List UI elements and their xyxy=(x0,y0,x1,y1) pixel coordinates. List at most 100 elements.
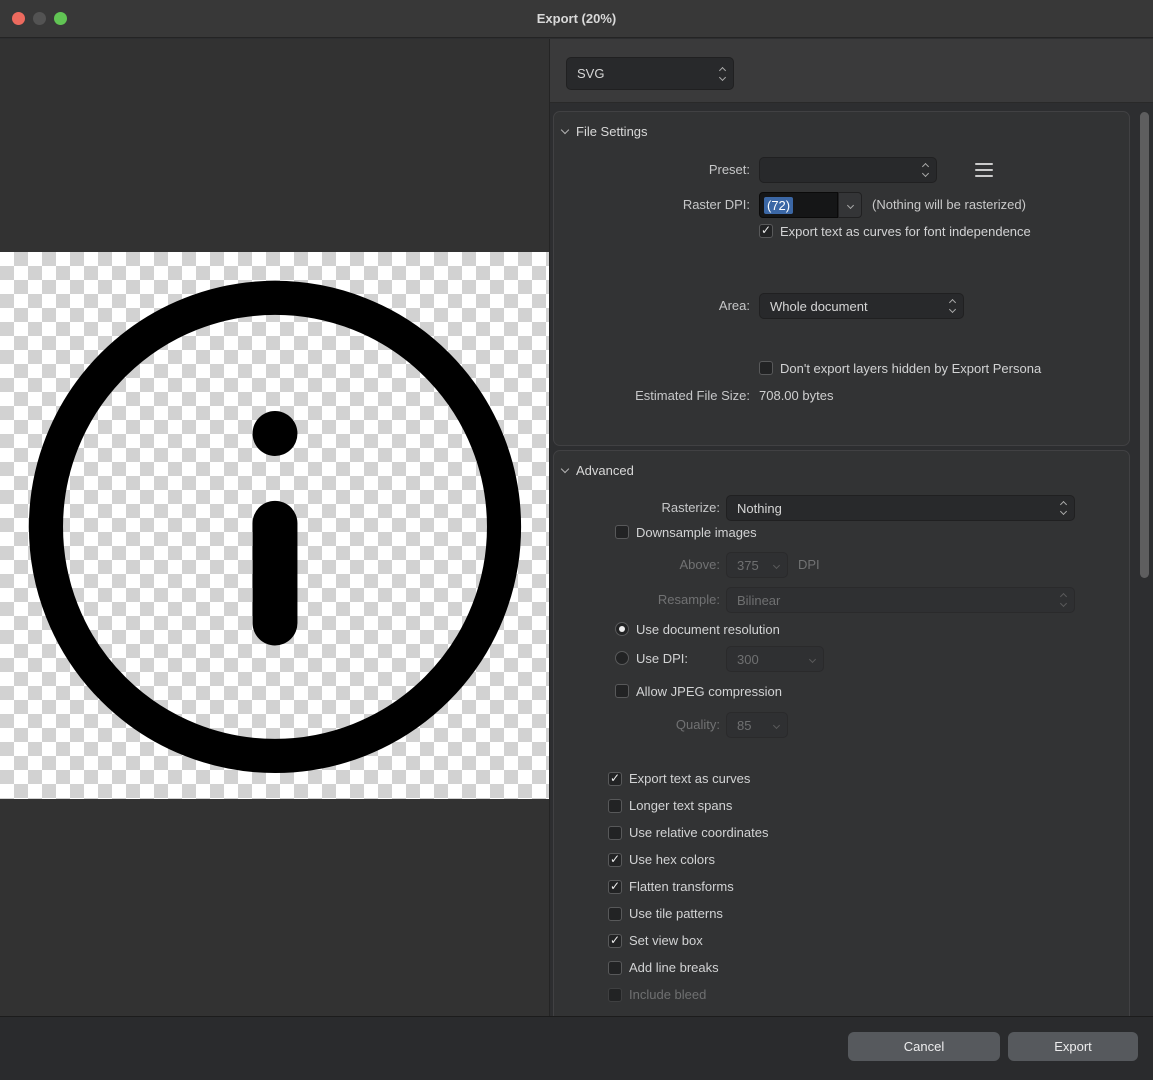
raster-dpi-label: Raster DPI: xyxy=(554,192,750,218)
option-use-hex-colors[interactable]: Use hex colors xyxy=(608,846,768,873)
resample-dropdown[interactable]: Bilinear xyxy=(726,587,1075,613)
area-dropdown[interactable]: Whole document xyxy=(759,293,964,319)
dialog-footer: Cancel Export xyxy=(0,1016,1153,1080)
option-add-line-breaks[interactable]: Add line breaks xyxy=(608,954,768,981)
format-dropdown-value: SVG xyxy=(567,66,720,81)
advanced-header[interactable]: Advanced xyxy=(562,463,634,478)
radio-button[interactable] xyxy=(615,622,629,636)
file-settings-header[interactable]: File Settings xyxy=(562,124,648,139)
chevron-updown-icon xyxy=(1061,594,1066,606)
radio-button[interactable] xyxy=(615,651,629,665)
preset-label: Preset: xyxy=(554,157,750,183)
checkbox[interactable] xyxy=(608,880,622,894)
section-title: Advanced xyxy=(576,463,634,478)
chevron-down-icon xyxy=(774,723,779,728)
export-button[interactable]: Export xyxy=(1008,1032,1138,1061)
resample-dropdown-value: Bilinear xyxy=(727,593,1061,608)
use-document-resolution-radio-row[interactable]: Use document resolution xyxy=(615,618,780,640)
transparency-checkerboard xyxy=(0,252,549,799)
preset-dropdown[interactable] xyxy=(759,157,937,183)
checkbox[interactable] xyxy=(608,961,622,975)
export-text-curves-checkbox-row[interactable]: Export text as curves for font independe… xyxy=(759,220,1031,242)
option-include-bleed[interactable]: Include bleed xyxy=(608,981,768,1008)
export-dialog: Export (20%) SVG File Settings xyxy=(0,0,1153,1080)
radio-label: Use document resolution xyxy=(636,622,780,637)
option-flatten-transforms[interactable]: Flatten transforms xyxy=(608,873,768,900)
checkbox-label: Don't export layers hidden by Export Per… xyxy=(780,361,1041,376)
checkbox-label: Use tile patterns xyxy=(629,906,723,921)
checkbox-label: Allow JPEG compression xyxy=(636,684,782,699)
rasterize-label: Rasterize: xyxy=(554,495,720,521)
checkbox-label: Use relative coordinates xyxy=(629,825,768,840)
chevron-updown-icon xyxy=(950,300,955,312)
export-settings-panel: SVG File Settings Preset: Raster DPI: (7… xyxy=(549,39,1153,1016)
checkbox[interactable] xyxy=(608,988,622,1002)
checkbox[interactable] xyxy=(608,799,622,813)
above-dpi-dropdown[interactable]: 375 xyxy=(726,552,788,578)
chevron-down-icon xyxy=(846,201,853,208)
format-band: SVG xyxy=(550,39,1153,103)
jpeg-compression-checkbox-row[interactable]: Allow JPEG compression xyxy=(615,680,782,702)
checkbox-label: Downsample images xyxy=(636,525,757,540)
file-settings-section: File Settings Preset: Raster DPI: (72) (… xyxy=(553,111,1130,446)
quality-label: Quality: xyxy=(554,712,720,738)
area-label: Area: xyxy=(554,293,750,319)
chevron-updown-icon xyxy=(923,164,928,176)
export-preview xyxy=(0,39,549,1016)
use-dpi-value: 300 xyxy=(727,652,810,667)
checkbox-label: Include bleed xyxy=(629,987,706,1002)
quality-dropdown[interactable]: 85 xyxy=(726,712,788,738)
title-bar: Export (20%) xyxy=(0,0,1153,38)
above-dpi-value: 375 xyxy=(727,558,774,573)
option-export-text-as-curves[interactable]: Export text as curves xyxy=(608,765,768,792)
option-set-view-box[interactable]: Set view box xyxy=(608,927,768,954)
cancel-button[interactable]: Cancel xyxy=(848,1032,1000,1061)
chevron-updown-icon xyxy=(720,68,725,80)
estimated-size-label: Estimated File Size: xyxy=(554,385,750,407)
quality-value: 85 xyxy=(727,718,774,733)
preset-menu-icon[interactable] xyxy=(975,163,993,177)
checkbox-label: Export text as curves for font independe… xyxy=(780,224,1031,239)
checkbox[interactable] xyxy=(608,934,622,948)
estimated-size-value: 708.00 bytes xyxy=(759,385,833,407)
advanced-section: Advanced Rasterize: Nothing Downsample i… xyxy=(553,450,1130,1016)
checkbox[interactable] xyxy=(608,853,622,867)
resample-label: Resample: xyxy=(554,587,720,613)
checkbox-label: Flatten transforms xyxy=(629,879,734,894)
raster-dpi-selected-text: (72) xyxy=(764,197,793,214)
area-dropdown-value: Whole document xyxy=(760,299,950,314)
chevron-down-icon xyxy=(810,657,815,662)
svg-option-list: Export text as curvesLonger text spans Us… xyxy=(608,765,768,1008)
checkbox[interactable] xyxy=(608,772,622,786)
scrollbar-thumb[interactable] xyxy=(1140,112,1149,578)
option-longer-text-spans[interactable]: Longer text spans xyxy=(608,792,768,819)
downsample-checkbox-row[interactable]: Downsample images xyxy=(615,521,757,543)
option-use-tile-patterns[interactable]: Use tile patterns xyxy=(608,900,768,927)
checkbox-label: Use hex colors xyxy=(629,852,715,867)
raster-dpi-input[interactable]: (72) xyxy=(759,192,838,218)
chevron-down-icon xyxy=(561,465,569,473)
format-dropdown[interactable]: SVG xyxy=(566,57,734,90)
above-label: Above: xyxy=(554,552,720,578)
checkbox-label: Add line breaks xyxy=(629,960,719,975)
window-title: Export (20%) xyxy=(0,0,1153,38)
checkbox[interactable] xyxy=(615,525,629,539)
checkbox[interactable] xyxy=(759,361,773,375)
checkbox-label: Set view box xyxy=(629,933,703,948)
chevron-down-icon xyxy=(774,563,779,568)
dpi-suffix: DPI xyxy=(798,552,820,578)
use-dpi-dropdown[interactable]: 300 xyxy=(726,646,824,672)
checkbox[interactable] xyxy=(608,826,622,840)
radio-label: Use DPI: xyxy=(636,651,688,666)
checkbox[interactable] xyxy=(759,224,773,238)
rasterize-dropdown[interactable]: Nothing xyxy=(726,495,1075,521)
raster-dpi-note: (Nothing will be rasterized) xyxy=(872,192,1026,218)
use-dpi-radio-row[interactable]: Use DPI: xyxy=(615,647,688,669)
option-use-relative-coordinates[interactable]: Use relative coordinates xyxy=(608,819,768,846)
checkbox[interactable] xyxy=(608,907,622,921)
rasterize-dropdown-value: Nothing xyxy=(727,501,1061,516)
checkbox[interactable] xyxy=(615,684,629,698)
dont-export-hidden-checkbox-row[interactable]: Don't export layers hidden by Export Per… xyxy=(759,357,1041,379)
chevron-down-icon xyxy=(561,126,569,134)
raster-dpi-dropdown-button[interactable] xyxy=(838,192,862,218)
